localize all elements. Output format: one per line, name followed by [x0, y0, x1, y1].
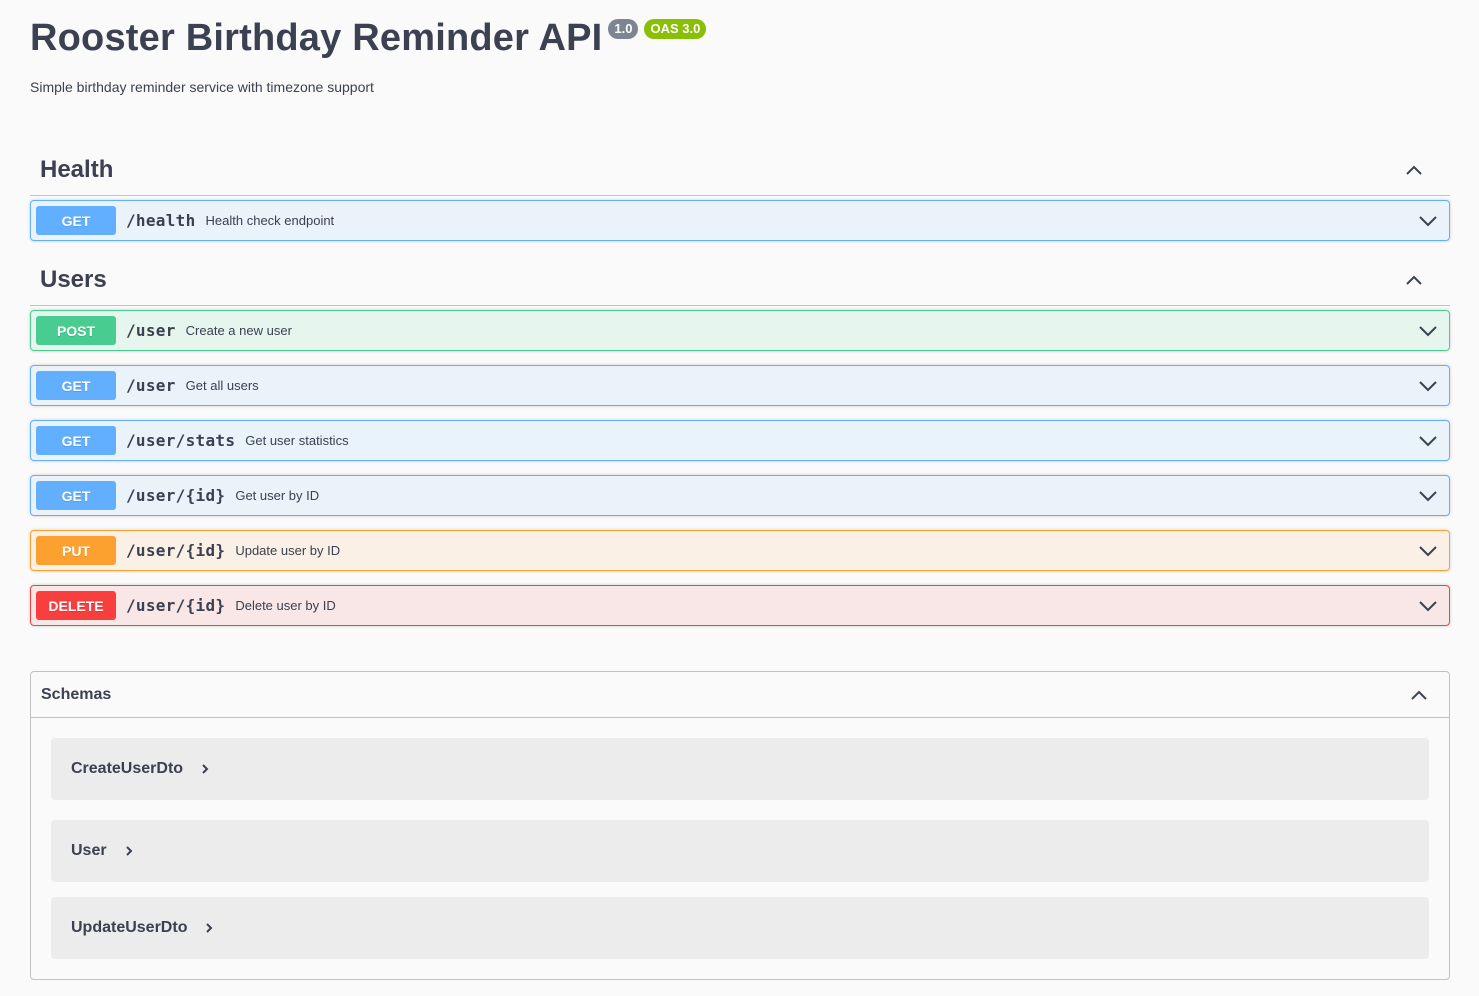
operation-summary: Get all users — [185, 378, 259, 393]
method-badge: PUT — [36, 536, 116, 565]
operation-summary: Create a new user — [185, 323, 292, 338]
model-user[interactable]: User — [51, 820, 1429, 882]
chevron-down-icon[interactable] — [1418, 431, 1438, 451]
tag-users-title: Users — [40, 265, 107, 293]
chevron-right-icon[interactable] — [199, 763, 211, 775]
operation-summary: Get user statistics — [245, 433, 349, 448]
operation-path: /user/stats — [126, 431, 236, 450]
model-name: CreateUserDto — [71, 760, 184, 777]
operation-delete-user-by-id[interactable]: DELETE /user/{id} Delete user by ID — [30, 585, 1450, 626]
operation-path: /user — [126, 376, 176, 395]
operation-path: /user/{id} — [126, 541, 226, 560]
model-update-user-dto[interactable]: UpdateUserDto — [51, 897, 1429, 959]
operation-get-health[interactable]: GET /health Health check endpoint — [30, 200, 1450, 241]
operation-get-user-stats[interactable]: GET /user/stats Get user statistics — [30, 420, 1450, 461]
chevron-down-icon[interactable] — [1418, 541, 1438, 561]
version-badge: 1.0 — [608, 19, 639, 39]
operation-summary: Delete user by ID — [235, 598, 336, 613]
method-badge: GET — [36, 371, 116, 400]
operation-path: /health — [126, 211, 196, 230]
method-badge: GET — [36, 481, 116, 510]
model-name: User — [71, 842, 107, 859]
model-create-user-dto[interactable]: CreateUserDto — [51, 738, 1429, 800]
operation-path: /user/{id} — [126, 486, 226, 505]
operation-path: /user/{id} — [126, 596, 226, 615]
operation-put-user-by-id[interactable]: PUT /user/{id} Update user by ID — [30, 530, 1450, 571]
chevron-down-icon[interactable] — [1418, 211, 1438, 231]
model-name: UpdateUserDto — [71, 919, 188, 936]
chevron-down-icon[interactable] — [1418, 486, 1438, 506]
api-info-header: Rooster Birthday Reminder API 1.0 OAS 3.… — [30, 16, 707, 60]
operation-summary: Get user by ID — [235, 488, 320, 503]
schemas-title: Schemas — [41, 685, 112, 703]
method-badge: DELETE — [36, 591, 116, 620]
tag-users-header[interactable]: Users — [30, 254, 1450, 306]
chevron-down-icon[interactable] — [1418, 321, 1438, 341]
chevron-up-icon[interactable] — [1404, 270, 1424, 290]
chevron-right-icon[interactable] — [123, 845, 135, 857]
tag-health-header[interactable]: Health — [30, 144, 1450, 196]
api-description: Simple birthday reminder service with ti… — [30, 79, 374, 95]
operation-summary: Update user by ID — [235, 543, 341, 558]
oas-version-badge: OAS 3.0 — [644, 19, 707, 39]
method-badge: POST — [36, 316, 116, 345]
operation-get-user-by-id[interactable]: GET /user/{id} Get user by ID — [30, 475, 1450, 516]
method-badge: GET — [36, 426, 116, 455]
operation-summary: Health check endpoint — [205, 213, 335, 228]
tag-health-title: Health — [40, 155, 114, 183]
method-badge: GET — [36, 206, 116, 235]
schemas-header[interactable]: Schemas — [31, 672, 1449, 718]
operation-post-user[interactable]: POST /user Create a new user — [30, 310, 1450, 351]
chevron-down-icon[interactable] — [1418, 596, 1438, 616]
schemas-section: Schemas CreateUserDto User UpdateUserDto — [30, 671, 1450, 980]
chevron-up-icon[interactable] — [1409, 685, 1429, 705]
operation-get-users[interactable]: GET /user Get all users — [30, 365, 1450, 406]
page-title: Rooster Birthday Reminder API — [30, 17, 603, 59]
chevron-down-icon[interactable] — [1418, 376, 1438, 396]
operation-path: /user — [126, 321, 176, 340]
chevron-up-icon[interactable] — [1404, 160, 1424, 180]
chevron-right-icon[interactable] — [203, 922, 215, 934]
